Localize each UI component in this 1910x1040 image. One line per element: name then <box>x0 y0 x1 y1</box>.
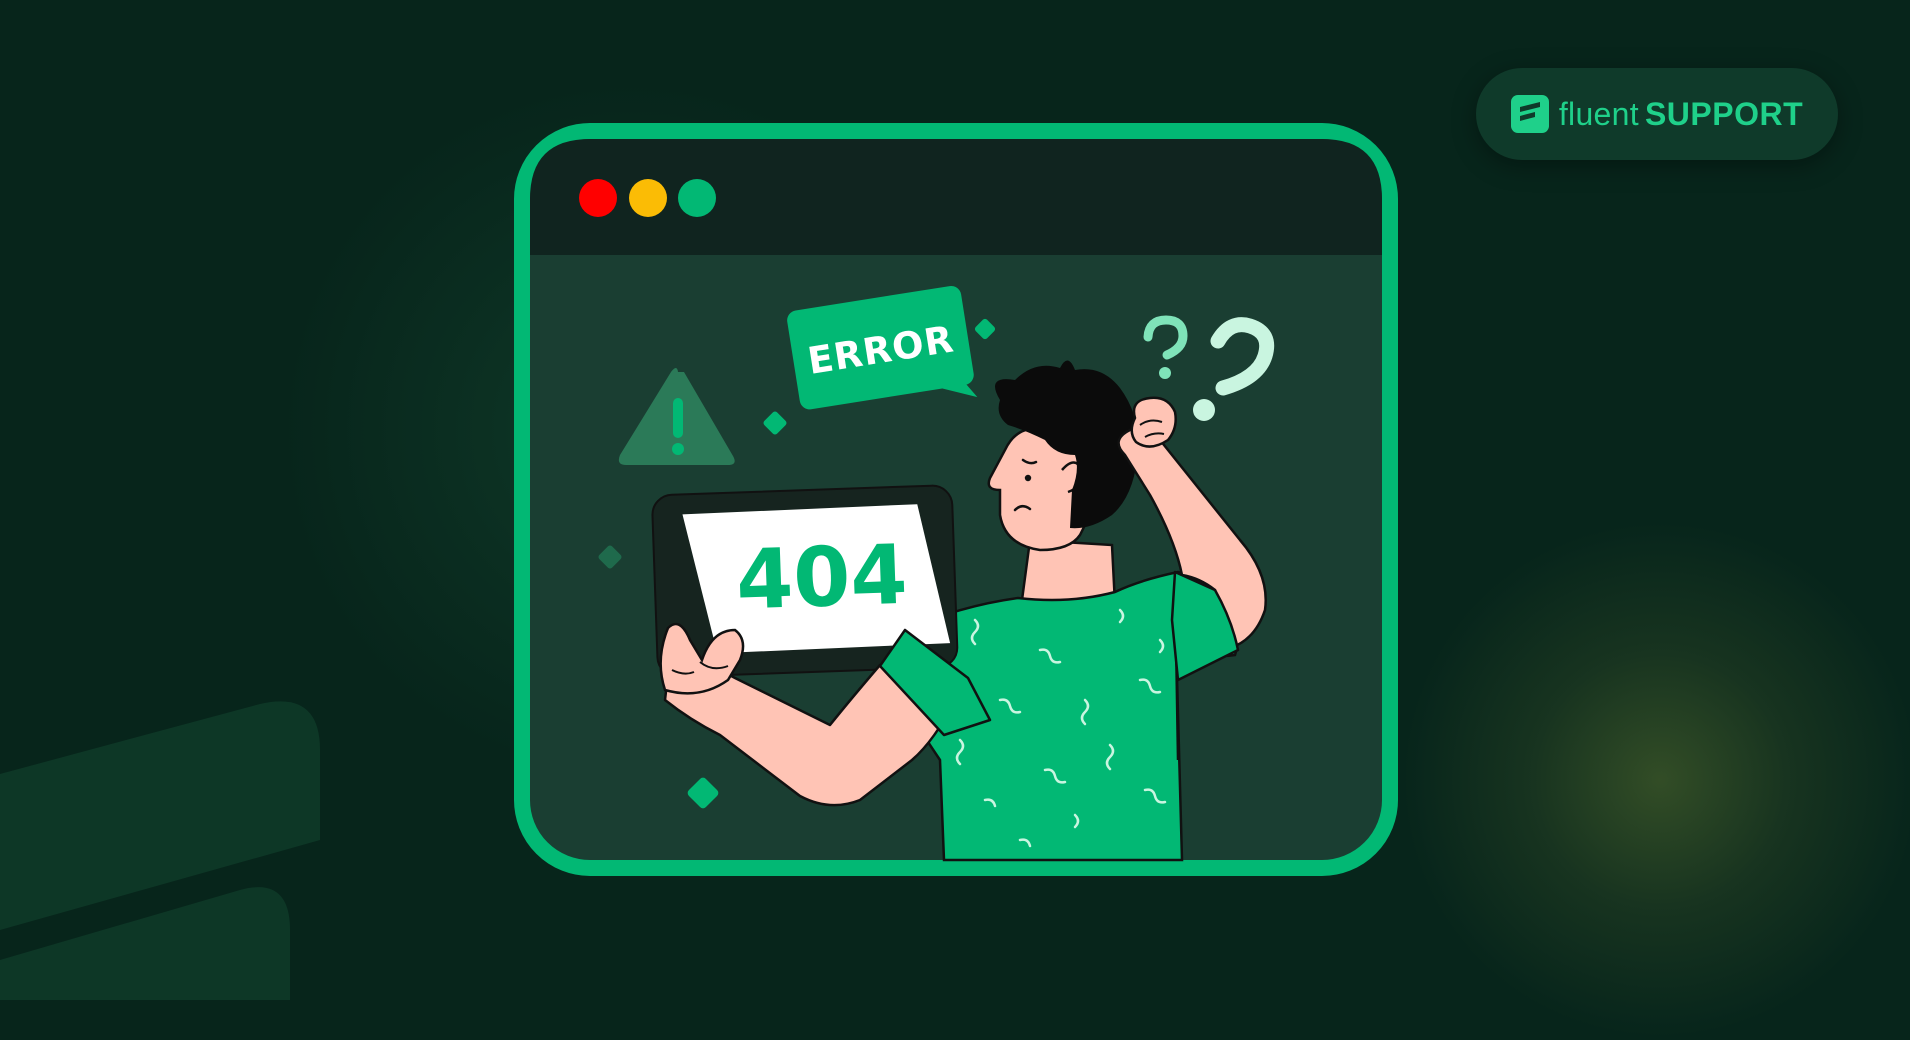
error-illustration: ERROR 404 <box>514 123 1398 876</box>
close-dot-red[interactable] <box>579 179 617 217</box>
maximize-dot-green[interactable] <box>678 179 716 217</box>
tablet-404-text: 404 <box>735 528 909 629</box>
minimize-dot-yellow[interactable] <box>629 179 667 217</box>
